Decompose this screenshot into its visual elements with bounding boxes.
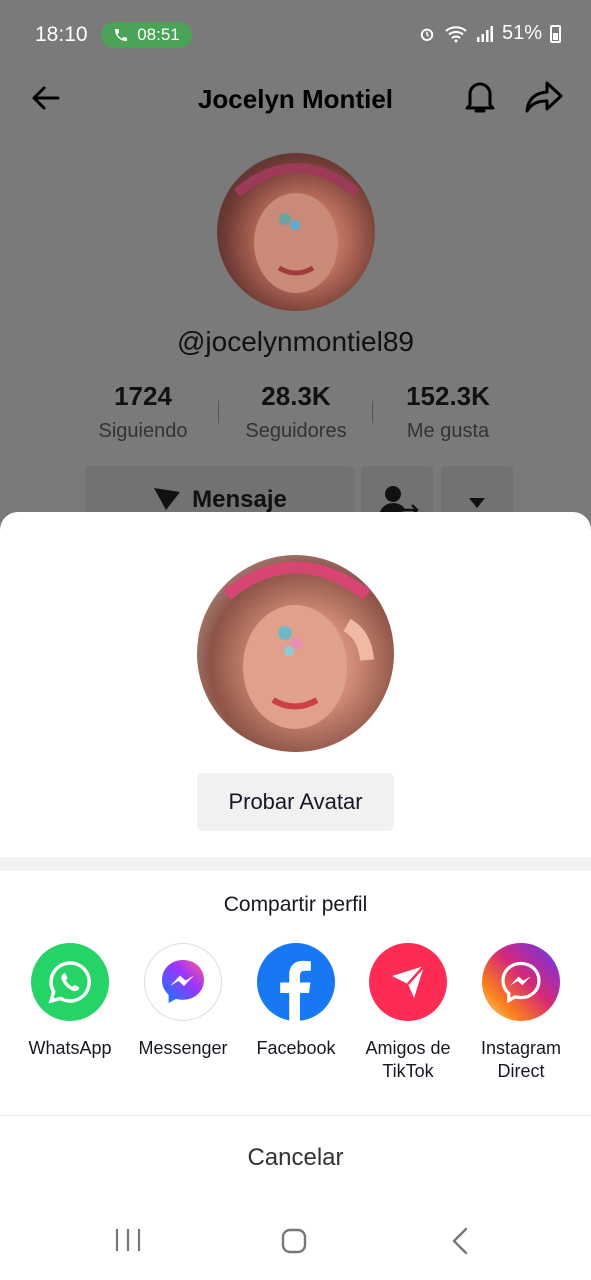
messenger-icon xyxy=(144,943,222,1021)
stat-label: Me gusta xyxy=(406,420,490,442)
sheet-avatar[interactable] xyxy=(197,555,394,752)
profile-avatar[interactable] xyxy=(217,153,375,311)
profile-stats: 1724 Siguiendo 28.3K Seguidores 152.3K M… xyxy=(90,381,510,451)
share-options: WhatsApp Messenger Facebook Amigos de Ti… xyxy=(0,943,591,1093)
avatar-photo xyxy=(233,163,361,293)
stat-likes[interactable]: 152.3K Me gusta xyxy=(378,381,518,443)
section-divider xyxy=(0,857,591,871)
profile-handle: @jocelynmontiel89 xyxy=(177,326,414,357)
facebook-icon xyxy=(257,943,335,1021)
stat-followers[interactable]: 28.3K Seguidores xyxy=(226,381,366,443)
tiktok-friends-icon xyxy=(369,943,447,1021)
stat-label: Siguiendo xyxy=(98,420,188,442)
message-label: Mensaje xyxy=(192,486,287,513)
share-whatsapp[interactable]: WhatsApp xyxy=(14,943,126,1060)
stat-divider xyxy=(218,401,219,423)
share-messenger[interactable]: Messenger xyxy=(127,943,239,1060)
stat-following[interactable]: 1724 Siguiendo xyxy=(73,381,213,443)
stat-divider xyxy=(372,401,373,423)
share-label: Messenger xyxy=(138,1038,228,1058)
share-facebook[interactable]: Facebook xyxy=(240,943,352,1060)
status-time: 18:10 xyxy=(35,23,88,46)
system-nav-bar xyxy=(0,1200,591,1280)
battery-icon xyxy=(550,24,561,43)
share-tiktok-friends[interactable]: Amigos de TikTok xyxy=(352,943,464,1083)
signal-icon xyxy=(476,25,493,42)
send-icon xyxy=(154,488,181,510)
share-title: Compartir perfil xyxy=(223,893,368,916)
nav-back-icon[interactable] xyxy=(448,1226,472,1256)
share-instagram-direct[interactable]: Instagram Direct xyxy=(465,943,577,1083)
status-icons: 51% xyxy=(418,22,561,45)
profile-header: Jocelyn Montiel xyxy=(0,70,591,126)
stat-value: 152.3K xyxy=(406,381,490,411)
status-bar: 18:10 08:51 51% xyxy=(0,0,591,70)
wifi-icon xyxy=(445,25,467,42)
share-label: WhatsApp xyxy=(28,1038,112,1058)
avatar-photo xyxy=(223,561,374,729)
phone-icon xyxy=(115,29,128,41)
profile-title: Jocelyn Montiel xyxy=(197,84,394,114)
share-label: Facebook xyxy=(256,1038,336,1058)
share-profile-sheet: Probar Avatar Compartir perfil WhatsApp … xyxy=(0,512,591,1280)
stat-value: 28.3K xyxy=(261,381,331,411)
share-arrow-icon[interactable] xyxy=(524,79,564,115)
stat-value: 1724 xyxy=(114,381,172,411)
share-label: Amigos de TikTok xyxy=(365,1038,451,1081)
try-avatar-button[interactable]: Probar Avatar xyxy=(197,773,394,831)
stat-label: Seguidores xyxy=(245,420,347,442)
call-indicator[interactable]: 08:51 xyxy=(101,22,192,48)
bell-icon[interactable] xyxy=(462,77,498,115)
home-icon[interactable] xyxy=(280,1227,308,1255)
cancel-button[interactable]: Cancelar xyxy=(0,1116,591,1200)
alarm-icon xyxy=(420,28,434,41)
call-timer: 08:51 xyxy=(137,25,180,44)
whatsapp-icon xyxy=(31,943,109,1021)
recent-apps-icon[interactable] xyxy=(114,1227,142,1253)
instagram-direct-icon xyxy=(482,943,560,1021)
battery-percent: 51% xyxy=(501,22,542,44)
share-label: Instagram Direct xyxy=(480,1038,562,1081)
